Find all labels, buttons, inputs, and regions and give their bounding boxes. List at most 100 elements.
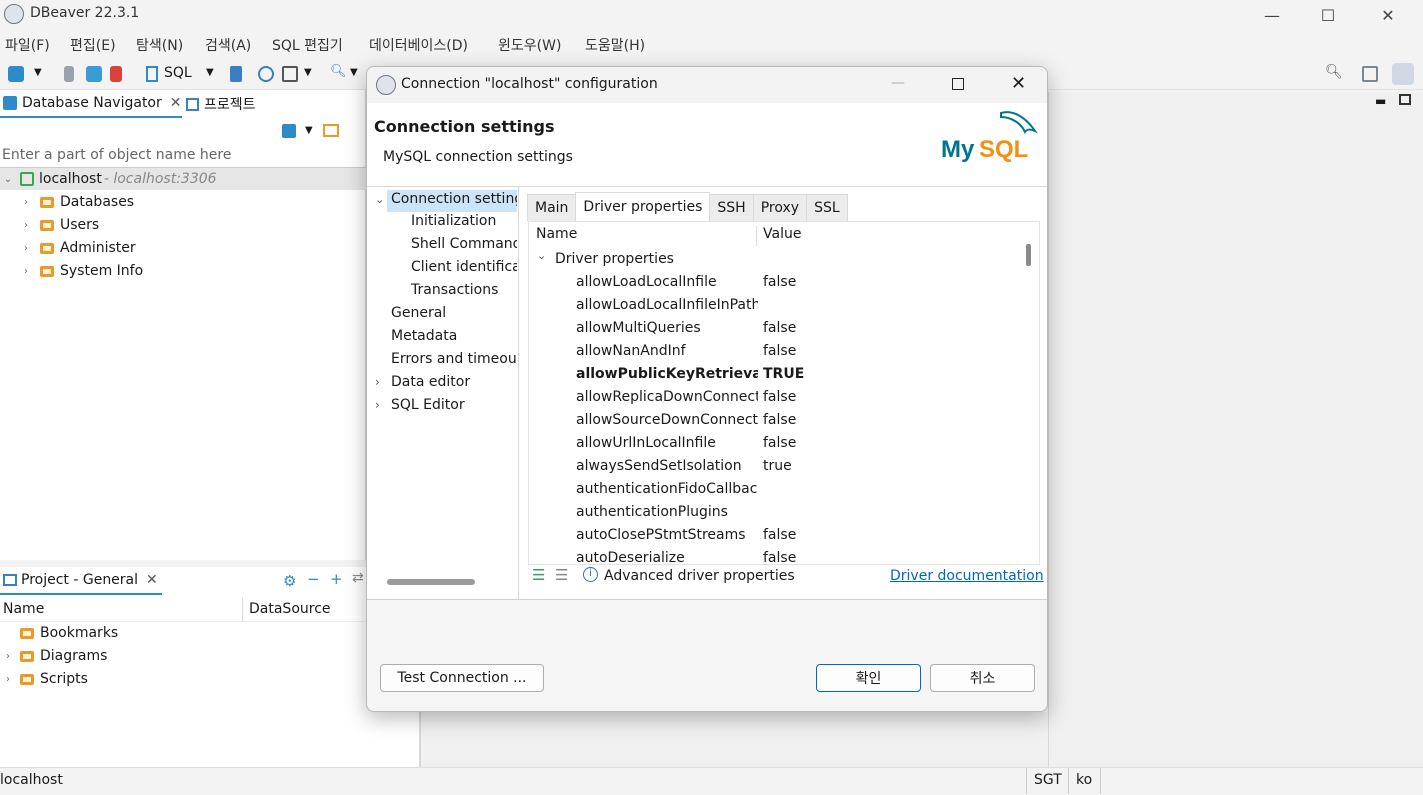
test-connection-button[interactable]: Test Connection ... — [380, 664, 544, 692]
menu-search[interactable]: 검색(A) — [205, 35, 251, 55]
property-row-modified[interactable]: allowPublicKeyRetrieval TRUE — [529, 364, 1019, 387]
dropdown-arrow-icon[interactable]: ▼ — [206, 67, 222, 83]
dashboard-icon[interactable] — [258, 66, 274, 82]
property-value[interactable]: false — [763, 550, 796, 564]
nav-connection-settings[interactable]: Connection settings — [387, 190, 517, 212]
dropdown-arrow-icon[interactable]: ▼ — [350, 67, 366, 83]
tab-project-general[interactable]: Project - General ✕ — [0, 567, 162, 595]
new-folder-icon[interactable] — [323, 124, 339, 137]
transaction-icon[interactable] — [282, 66, 298, 82]
chevron-down-icon[interactable]: ⌄ — [375, 193, 384, 206]
minimize-dialog-button[interactable]: — — [891, 75, 905, 91]
maximize-dialog-button[interactable] — [952, 78, 964, 90]
global-search-icon[interactable]: 🔍︎ — [1325, 64, 1343, 80]
tab-main[interactable]: Main — [527, 194, 577, 221]
property-value[interactable]: true — [763, 458, 792, 474]
menu-file[interactable]: 파일(F) — [5, 35, 50, 55]
new-connection-icon[interactable] — [8, 66, 24, 82]
tree-row-scripts[interactable]: › Scripts — [2, 668, 88, 690]
driver-documentation-link[interactable]: Driver documentation — [890, 568, 1044, 584]
ok-button[interactable]: 확인 — [816, 664, 921, 692]
property-row[interactable]: allowSourceDownConnections false — [529, 410, 1019, 433]
chevron-down-icon[interactable]: ⌄ — [537, 249, 546, 262]
dropdown-arrow-icon[interactable]: ▼ — [305, 125, 313, 136]
dropdown-arrow-icon[interactable]: ▼ — [304, 67, 320, 83]
column-name[interactable]: Name — [3, 601, 44, 617]
property-row[interactable]: allowUrlInLocalInfile false — [529, 433, 1019, 456]
close-window-button[interactable]: ✕ — [1360, 0, 1416, 30]
tab-ssl[interactable]: SSL — [806, 194, 848, 221]
nav-transactions[interactable]: Transactions — [411, 282, 517, 304]
property-value[interactable]: false — [763, 274, 796, 290]
column-value[interactable]: Value — [763, 226, 801, 242]
property-value[interactable]: false — [763, 389, 796, 405]
property-value[interactable]: false — [763, 527, 796, 543]
tab-ssh[interactable]: SSH — [709, 194, 754, 221]
dbeaver-perspective-icon[interactable] — [1392, 63, 1414, 85]
link-icon[interactable]: ⇄ — [352, 570, 364, 586]
nav-data-editor[interactable]: Data editor — [391, 374, 517, 396]
nav-sql-editor[interactable]: SQL Editor — [391, 397, 517, 419]
close-tab-icon[interactable]: ✕ — [170, 95, 182, 111]
column-divider[interactable] — [756, 226, 757, 246]
search-icon[interactable]: 🔍︎ — [330, 64, 347, 80]
connect-icon[interactable] — [64, 66, 74, 82]
tab-driver-properties[interactable]: Driver properties — [575, 192, 711, 221]
chevron-right-icon[interactable]: › — [2, 674, 14, 685]
property-value[interactable]: TRUE — [763, 366, 804, 382]
open-perspective-icon[interactable] — [1362, 66, 1378, 82]
tree-row-users[interactable]: › Users — [20, 214, 99, 236]
maximize-window-button[interactable]: ☐ — [1300, 0, 1356, 30]
property-row[interactable]: allowMultiQueries false — [529, 318, 1019, 341]
new-connection-icon[interactable] — [282, 124, 296, 138]
menu-database[interactable]: 데이터베이스(D) — [369, 35, 468, 55]
property-row[interactable]: allowLoadLocalInfileInPath — [529, 295, 1019, 318]
property-row[interactable]: autoClosePStmtStreams false — [529, 525, 1019, 548]
nav-metadata[interactable]: Metadata — [391, 328, 517, 350]
tree-row-bookmarks[interactable]: Bookmarks — [18, 622, 118, 644]
property-row[interactable]: allowNanAndInf false — [529, 341, 1019, 364]
column-divider[interactable] — [242, 598, 243, 622]
property-group-row[interactable]: ⌄ Driver properties — [529, 249, 1019, 272]
menu-navigate[interactable]: 탐색(N) — [136, 35, 183, 55]
cancel-button[interactable]: 취소 — [930, 664, 1035, 692]
property-row[interactable]: autoDeserialize false — [529, 548, 1019, 564]
horizontal-scrollbar[interactable] — [387, 579, 475, 585]
chevron-down-icon[interactable]: ⌄ — [2, 174, 14, 185]
tree-row-localhost[interactable]: ⌄ localhost - localhost:3306 — [0, 168, 366, 190]
nav-general[interactable]: General — [391, 305, 517, 327]
property-value[interactable]: false — [763, 320, 796, 336]
column-datasource[interactable]: DataSource — [249, 601, 331, 617]
property-value[interactable]: false — [763, 435, 796, 451]
property-row[interactable]: alwaysSendSetIsolation true — [529, 456, 1019, 479]
add-property-icon[interactable]: ☰ — [532, 566, 545, 584]
chevron-right-icon[interactable]: › — [375, 375, 380, 389]
navigator-filter-input[interactable]: Enter a part of object name here — [0, 143, 366, 168]
tree-row-system-info[interactable]: › System Info — [20, 260, 143, 282]
chevron-right-icon[interactable]: › — [20, 220, 32, 231]
sql-button[interactable]: SQL — [164, 65, 192, 81]
vertical-scrollbar[interactable] — [1026, 244, 1031, 266]
property-row[interactable]: authenticationPlugins — [529, 502, 1019, 525]
tab-database-navigator[interactable]: Database Navigator ✕ — [0, 90, 182, 118]
tab-proxy[interactable]: Proxy — [752, 194, 808, 221]
menu-edit[interactable]: 편집(E) — [70, 35, 116, 55]
column-name[interactable]: Name — [536, 226, 577, 242]
chevron-right-icon[interactable]: › — [20, 266, 32, 277]
disconnect-icon[interactable] — [110, 66, 122, 82]
nav-initialization[interactable]: Initialization — [411, 213, 517, 235]
minimize-window-button[interactable]: — — [1244, 0, 1300, 30]
dropdown-arrow-icon[interactable]: ▼ — [34, 67, 50, 83]
expand-icon[interactable]: + — [330, 570, 343, 588]
property-value[interactable]: false — [763, 343, 796, 359]
sql-editor-icon[interactable] — [146, 66, 158, 82]
menu-sql-editor[interactable]: SQL 편집기 — [272, 35, 343, 55]
close-dialog-button[interactable]: ✕ — [1011, 73, 1026, 94]
chevron-right-icon[interactable]: › — [375, 398, 380, 412]
maximize-pane-icon[interactable] — [1399, 94, 1411, 105]
close-tab-icon[interactable]: ✕ — [146, 572, 158, 588]
remove-property-icon[interactable]: ☰ — [555, 566, 568, 584]
nav-errors-and-timeouts[interactable]: Errors and timeouts — [391, 351, 517, 373]
menu-help[interactable]: 도움말(H) — [585, 35, 645, 55]
tree-row-diagrams[interactable]: › Diagrams — [2, 645, 107, 667]
